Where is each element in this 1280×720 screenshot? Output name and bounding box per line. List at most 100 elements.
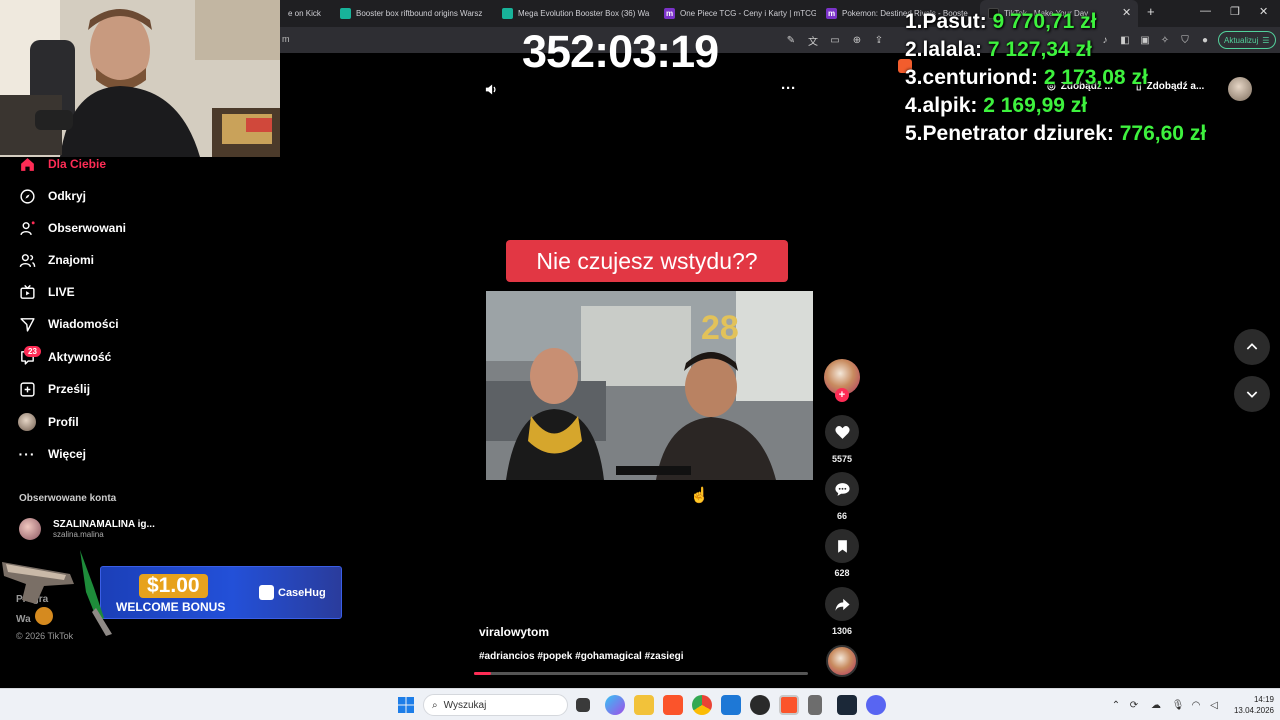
- sidebar-item-live[interactable]: LIVE: [18, 283, 75, 301]
- next-video-button[interactable]: [1234, 376, 1270, 412]
- video-author-username[interactable]: viralowytom: [479, 625, 549, 639]
- reader-mode-icon[interactable]: ✎: [784, 33, 798, 47]
- like-button[interactable]: 5575: [825, 415, 859, 464]
- previous-video-button[interactable]: [1234, 329, 1270, 365]
- comment-button[interactable]: 66: [825, 472, 859, 521]
- tab-title: e on Kick: [288, 9, 321, 18]
- sidebar-item-label: Profil: [48, 415, 79, 429]
- followed-account[interactable]: SZALINAMALINA ig... szalina.malina: [19, 518, 155, 540]
- more-options-icon[interactable]: ···: [781, 80, 796, 97]
- sidebar-item-messages[interactable]: Wiadomości: [18, 315, 119, 333]
- tray-volume-icon[interactable]: ◁: [1208, 699, 1220, 711]
- update-button[interactable]: Aktualizuj ☰: [1218, 31, 1276, 49]
- leaderboard-name: Pasut:: [922, 10, 987, 33]
- clock-date: 13.04.2026: [1233, 706, 1274, 715]
- translate-icon[interactable]: 文: [806, 33, 820, 48]
- leaderboard-name: centuriond:: [922, 66, 1039, 89]
- video-frame[interactable]: 28: [486, 291, 813, 480]
- search-placeholder: Wyszukaj: [443, 699, 487, 711]
- sidebar-item-profile[interactable]: Profil: [18, 413, 79, 431]
- share-button[interactable]: 1306: [825, 587, 859, 636]
- friends-icon: [18, 251, 36, 269]
- restore-icon[interactable]: ❐: [1230, 5, 1240, 18]
- tray-network-sync-icon[interactable]: ⟳: [1128, 699, 1140, 711]
- tab-kick[interactable]: e on Kick: [280, 0, 332, 27]
- sidebar-item-for-you[interactable]: Dla Ciebie: [18, 155, 106, 173]
- search-icon: ⌕: [432, 699, 438, 711]
- share-arrow-icon: [825, 587, 859, 621]
- tab-one-piece[interactable]: m One Piece TCG - Ceny i Karty | mTCG: [656, 0, 816, 27]
- windows-start-icon[interactable]: [398, 697, 414, 713]
- sidebar-item-more[interactable]: ··· Więcej: [18, 445, 86, 463]
- steam-icon[interactable]: [837, 695, 857, 715]
- brave-icon[interactable]: [663, 695, 683, 715]
- sidebar-item-label: LIVE: [48, 285, 75, 299]
- taskbar-search[interactable]: ⌕ Wyszukaj: [423, 694, 568, 716]
- chevron-up-icon: [1246, 343, 1258, 350]
- tab-mega-evolution[interactable]: Mega Evolution Booster Box (36) Wa: [494, 0, 654, 27]
- subathon-timer: 352:03:19: [522, 26, 719, 77]
- leaderboard-name: lalala:: [922, 38, 983, 61]
- sidebar-item-upload[interactable]: Prześlij: [18, 380, 90, 398]
- sidebar-item-following[interactable]: Obserwowani: [18, 219, 126, 237]
- save-count: 628: [834, 568, 850, 578]
- leaderboard-rank: 2.: [905, 38, 923, 61]
- casehug-logo-icon: [259, 585, 274, 600]
- leaderboard-amount: 2 173,08 zł: [1043, 66, 1148, 89]
- tray-wifi-icon[interactable]: ◠: [1190, 699, 1202, 711]
- volume-icon[interactable]: [484, 82, 499, 101]
- video-progress-bar[interactable]: [474, 672, 808, 675]
- leaderboard-row: 4.alpik: 2 169,99 zł: [905, 92, 1206, 120]
- sidebar-item-explore[interactable]: Odkryj: [18, 187, 86, 205]
- account-name: SZALINAMALINA ig...: [53, 519, 155, 530]
- task-view-icon[interactable]: [576, 698, 590, 712]
- share-icon[interactable]: ⇪: [872, 33, 886, 47]
- tray-chevron-icon[interactable]: ⌃: [1110, 699, 1122, 711]
- send-icon: [18, 315, 36, 333]
- leaderboard-row: 5.Penetrator dziurek: 776,60 zł: [905, 120, 1206, 148]
- sidebar-item-label: Więcej: [48, 447, 86, 461]
- promo-banner: $1.00 WELCOME BONUS CaseHug: [100, 566, 342, 619]
- calculator-icon[interactable]: [808, 695, 822, 715]
- address-url-fragment[interactable]: m: [282, 34, 290, 44]
- mtcg-favicon-icon: m: [826, 8, 837, 19]
- promo-brand-label: CaseHug: [278, 586, 326, 599]
- sidebar-item-label: Prześlij: [48, 382, 91, 396]
- video-hashtags[interactable]: #adriancios #popek #gohamagical #zasiegi: [479, 651, 684, 662]
- mtcg-favicon-icon: m: [664, 8, 675, 19]
- promo-brand: CaseHug: [259, 585, 326, 600]
- zoom-icon[interactable]: ⊕: [850, 33, 864, 47]
- windows-taskbar: ⌕ Wyszukaj ⌃ ⟳ ☁ 🎙 ◠ ◁ 14:19 13.04.2026: [0, 688, 1280, 720]
- window-close-icon[interactable]: ✕: [1259, 5, 1268, 18]
- discord-icon[interactable]: [866, 695, 886, 715]
- copilot-icon[interactable]: [605, 695, 625, 715]
- promo-amount: $1.00: [139, 574, 208, 598]
- account-handle: szalina.malina: [53, 530, 104, 539]
- leaderboard-amount: 776,60 zł: [1119, 122, 1207, 145]
- obs-icon[interactable]: [750, 695, 770, 715]
- cast-icon[interactable]: ▭: [828, 33, 842, 47]
- sidebar-item-label: Znajomi: [48, 253, 95, 267]
- leaderboard-name: alpik:: [922, 94, 978, 117]
- store-icon[interactable]: [721, 695, 741, 715]
- taskbar-clock[interactable]: 14:19 13.04.2026: [1224, 694, 1274, 716]
- video-progress-fill: [474, 672, 491, 675]
- file-explorer-icon[interactable]: [634, 695, 654, 715]
- svg-text:28: 28: [701, 309, 739, 347]
- sidebar-item-friends[interactable]: Znajomi: [18, 251, 94, 269]
- sidebar-item-label: Aktywność: [48, 350, 112, 364]
- avatar-icon: [18, 413, 36, 431]
- chrome-icon[interactable]: [692, 695, 712, 715]
- brave-active-icon[interactable]: [779, 695, 799, 715]
- comment-icon: [825, 472, 859, 506]
- sidebar-item-label: Obserwowani: [48, 221, 127, 235]
- follow-plus-icon[interactable]: +: [835, 388, 849, 402]
- sidebar-item-label: Odkryj: [48, 189, 87, 203]
- profile-avatar[interactable]: [1228, 77, 1252, 101]
- tray-cloud-icon[interactable]: ☁: [1150, 699, 1162, 711]
- tab-riftbound[interactable]: Booster box riftbound origins Warsz: [332, 0, 492, 27]
- tray-mic-icon[interactable]: 🎙: [1172, 699, 1185, 711]
- save-button[interactable]: 628: [825, 529, 859, 578]
- sound-avatar[interactable]: [826, 645, 858, 677]
- donation-leaderboard: 1.Pasut: 9 770,71 zł 2.lalala: 7 127,34 …: [905, 8, 1206, 148]
